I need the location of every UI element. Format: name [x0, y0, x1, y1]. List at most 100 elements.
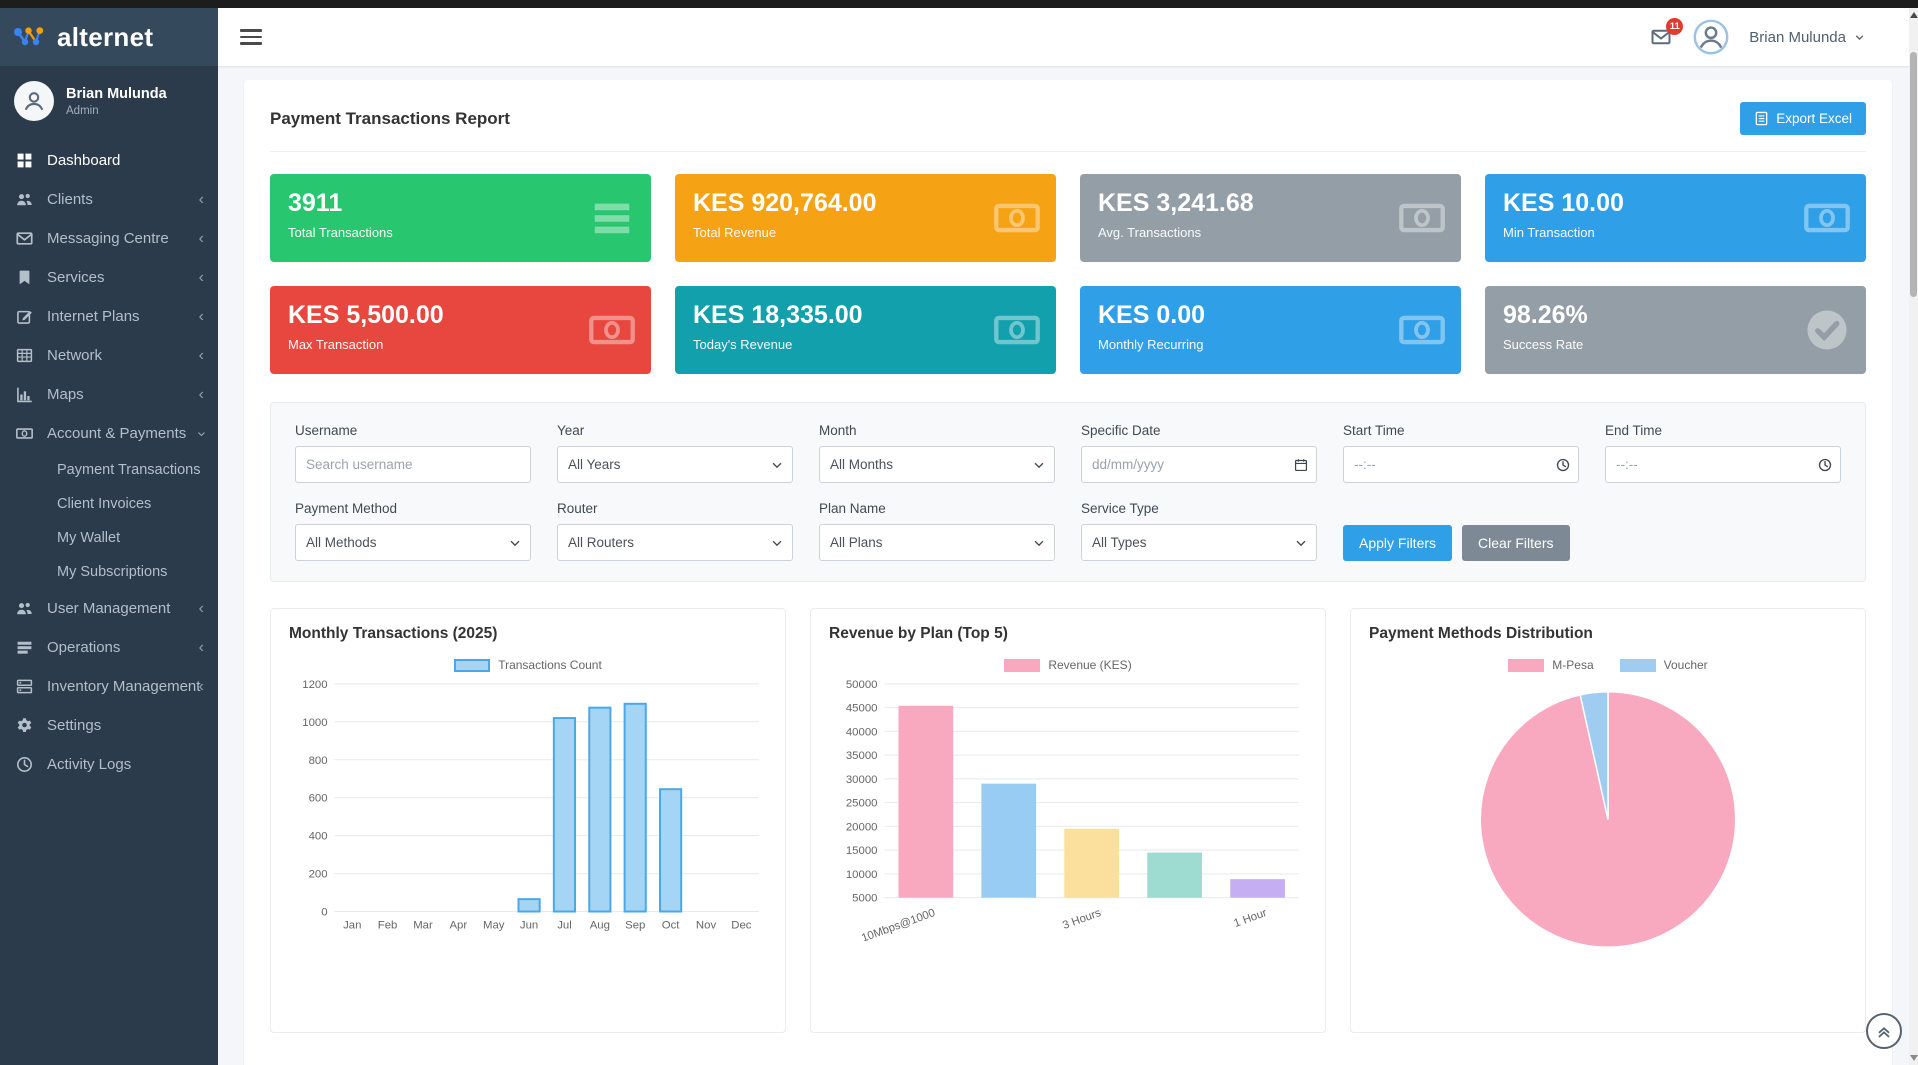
user-avatar-icon	[14, 81, 54, 121]
filter-actions: Apply Filters Clear Filters	[1343, 501, 1841, 561]
end-time-input[interactable]	[1605, 446, 1841, 483]
start-time-input[interactable]	[1343, 446, 1579, 483]
sidebar-item-activity-logs[interactable]: Activity Logs	[0, 745, 218, 784]
svg-text:600: 600	[309, 793, 328, 805]
year-select[interactable]: All Years	[557, 446, 793, 483]
topbar: 11 Brian Mulunda	[218, 8, 1918, 66]
svg-text:20000: 20000	[846, 821, 878, 833]
chart-legend: M-Pesa Voucher	[1369, 658, 1847, 672]
clients-icon	[16, 191, 33, 208]
messages-icon[interactable]: 11	[1649, 27, 1673, 47]
filter-field-payment-method: Payment Method All Methods	[295, 501, 531, 561]
filter-field-username: Username	[295, 423, 531, 483]
svg-text:Mar: Mar	[413, 919, 433, 931]
svg-text:45000: 45000	[846, 703, 878, 715]
stat-value: 3911	[288, 189, 633, 218]
excel-file-icon	[1754, 111, 1769, 126]
service-type-select[interactable]: All Types	[1081, 524, 1317, 561]
pie-chart-plot	[1369, 674, 1847, 971]
svg-text:Dec: Dec	[731, 919, 752, 931]
sidebar-item-services[interactable]: Services‹	[0, 258, 218, 297]
sidebar-item-user-management[interactable]: User Management‹	[0, 589, 218, 628]
brand-logo[interactable]: alternet	[0, 8, 218, 66]
content-area: Payment Transactions Report Export Excel…	[218, 66, 1918, 1065]
filter-label: Plan Name	[819, 501, 1055, 516]
svg-text:35000: 35000	[846, 750, 878, 762]
sidebar-item-dashboard[interactable]: Dashboard	[0, 141, 218, 180]
sidebar-item-inventory-management[interactable]: Inventory Management‹	[0, 667, 218, 706]
specific-date-input[interactable]	[1081, 446, 1317, 483]
apply-filters-button[interactable]: Apply Filters	[1343, 525, 1452, 561]
money-icon	[1804, 195, 1850, 241]
sidebar-item-my-wallet[interactable]: My Wallet	[0, 521, 218, 555]
legend-item-transactions-count[interactable]: Transactions Count	[454, 658, 602, 672]
legend-item-revenue-kes[interactable]: Revenue (KES)	[1004, 658, 1131, 672]
svg-text:200: 200	[309, 869, 328, 881]
sidebar-item-my-subscriptions[interactable]: My Subscriptions	[0, 555, 218, 589]
filter-label: Service Type	[1081, 501, 1317, 516]
sidebar-item-network[interactable]: Network‹	[0, 336, 218, 375]
legend-item-m-pesa[interactable]: M-Pesa	[1508, 658, 1593, 672]
filter-label: End Time	[1605, 423, 1841, 438]
scrollbar-down-arrow[interactable]	[1910, 1055, 1918, 1061]
money-icon	[994, 307, 1040, 353]
money-icon	[589, 307, 635, 353]
filter-field-month: MonthAll Months	[819, 423, 1055, 483]
sidebar-item-maps[interactable]: Maps‹	[0, 375, 218, 414]
stat-label: Total Revenue	[693, 225, 1038, 240]
sidebar-item-messaging-centre[interactable]: Messaging Centre‹	[0, 219, 218, 258]
payment-method-select[interactable]: All Methods	[295, 524, 531, 561]
header-avatar-icon[interactable]	[1693, 19, 1729, 55]
chevron-left-icon: ‹	[199, 387, 204, 403]
user-dropdown[interactable]: Brian Mulunda	[1749, 29, 1866, 46]
main-column: 11 Brian Mulunda Payment Transactions Re…	[218, 8, 1918, 1065]
filter-field-router: RouterAll Routers	[557, 501, 793, 561]
export-excel-button[interactable]: Export Excel	[1740, 102, 1866, 135]
svg-text:May: May	[483, 919, 505, 931]
clear-filters-button[interactable]: Clear Filters	[1462, 525, 1569, 561]
stat-card-total-revenue: KES 920,764.00 Total Revenue	[675, 174, 1056, 262]
svg-text:Feb: Feb	[378, 919, 398, 931]
scrollbar-thumb[interactable]	[1910, 52, 1917, 297]
hamburger-menu-icon[interactable]	[240, 25, 262, 49]
chevron-left-icon: ‹	[199, 309, 204, 325]
sidebar-item-clients[interactable]: Clients‹	[0, 180, 218, 219]
filter-panel: Username Year All Years MonthAll Months Spec…	[270, 402, 1866, 582]
plan-name-select[interactable]: All Plans	[819, 524, 1055, 561]
sidebar-item-client-invoices[interactable]: Client Invoices	[0, 487, 218, 521]
filter-label: Year	[557, 423, 793, 438]
svg-text:25000: 25000	[846, 798, 878, 810]
stat-value: KES 920,764.00	[693, 189, 1038, 218]
sidebar-item-account-payments[interactable]: Account & Payments‹	[0, 414, 218, 453]
stat-label: Today's Revenue	[693, 337, 1038, 352]
sidebar-item-payment-transactions[interactable]: Payment Transactions	[0, 453, 218, 487]
filter-label: Specific Date	[1081, 423, 1317, 438]
month-select[interactable]: All Months	[819, 446, 1055, 483]
stats-grid: 3911Total TransactionsKES 920,764.00Tota…	[270, 174, 1866, 374]
stat-value: KES 3,241.68	[1098, 189, 1443, 218]
vertical-scrollbar[interactable]	[1909, 8, 1918, 1065]
stat-value: KES 18,335.00	[693, 301, 1038, 330]
chevron-down-icon: ‹	[193, 431, 209, 436]
scrollbar-up-arrow[interactable]	[1910, 12, 1918, 18]
stat-label: Success Rate	[1503, 337, 1848, 352]
chart-title: Payment Methods Distribution	[1369, 625, 1847, 643]
username-input[interactable]	[295, 446, 531, 483]
chart-card-monthly-transactions-2025: Monthly Transactions (2025)Transactions …	[270, 608, 786, 1033]
sidebar-user-name: Brian Mulunda	[66, 86, 167, 102]
stat-label: Min Transaction	[1503, 225, 1848, 240]
sidebar-item-settings[interactable]: Settings	[0, 706, 218, 745]
svg-text:10000: 10000	[846, 869, 878, 881]
sidebar: alternet Brian Mulunda Admin DashboardCl…	[0, 8, 218, 1065]
sidebar-item-internet-plans[interactable]: Internet Plans‹	[0, 297, 218, 336]
svg-text:Apr: Apr	[449, 919, 467, 931]
filter-field-plan-name: Plan Name All Plans	[819, 501, 1055, 561]
money-icon	[1399, 195, 1445, 241]
router-select[interactable]: All Routers	[557, 524, 793, 561]
scroll-to-top-button[interactable]	[1866, 1013, 1902, 1049]
legend-item-voucher[interactable]: Voucher	[1620, 658, 1708, 672]
svg-text:Aug: Aug	[590, 919, 610, 931]
list-icon	[589, 195, 635, 241]
sidebar-item-operations[interactable]: Operations‹	[0, 628, 218, 667]
filter-label: Payment Method	[295, 501, 531, 516]
